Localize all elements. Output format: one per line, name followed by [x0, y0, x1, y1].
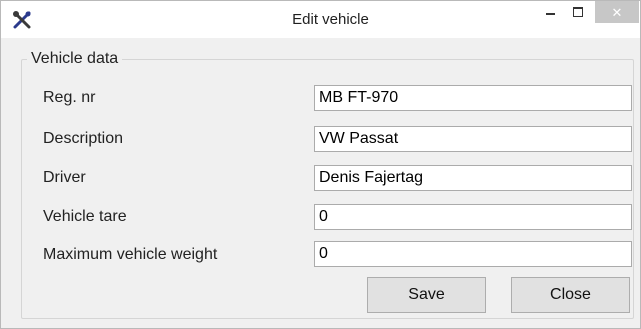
close-icon: ✕	[611, 4, 623, 20]
edit-vehicle-window: Edit vehicle ✕ Vehicle data Reg. nr Desc…	[0, 0, 641, 329]
vehicle-tare-field[interactable]	[314, 204, 632, 230]
driver-field[interactable]	[314, 165, 632, 191]
maximize-icon	[573, 7, 583, 17]
close-button[interactable]: Close	[511, 277, 630, 313]
max-vehicle-weight-label: Maximum vehicle weight	[43, 246, 218, 263]
driver-label: Driver	[43, 169, 86, 186]
reg-nr-label: Reg. nr	[43, 89, 96, 106]
close-window-button[interactable]: ✕	[595, 1, 639, 23]
minimize-icon	[545, 13, 555, 15]
vehicle-tare-label: Vehicle tare	[43, 208, 127, 225]
title-bar[interactable]: Edit vehicle ✕	[1, 1, 640, 38]
max-vehicle-weight-field[interactable]	[314, 241, 632, 267]
minimize-button[interactable]	[536, 1, 564, 23]
group-label: Vehicle data	[27, 50, 123, 68]
description-label: Description	[43, 130, 124, 147]
reg-nr-field[interactable]	[314, 85, 632, 111]
save-button[interactable]: Save	[367, 277, 486, 313]
description-field[interactable]	[314, 126, 632, 152]
maximize-button[interactable]	[564, 1, 592, 23]
